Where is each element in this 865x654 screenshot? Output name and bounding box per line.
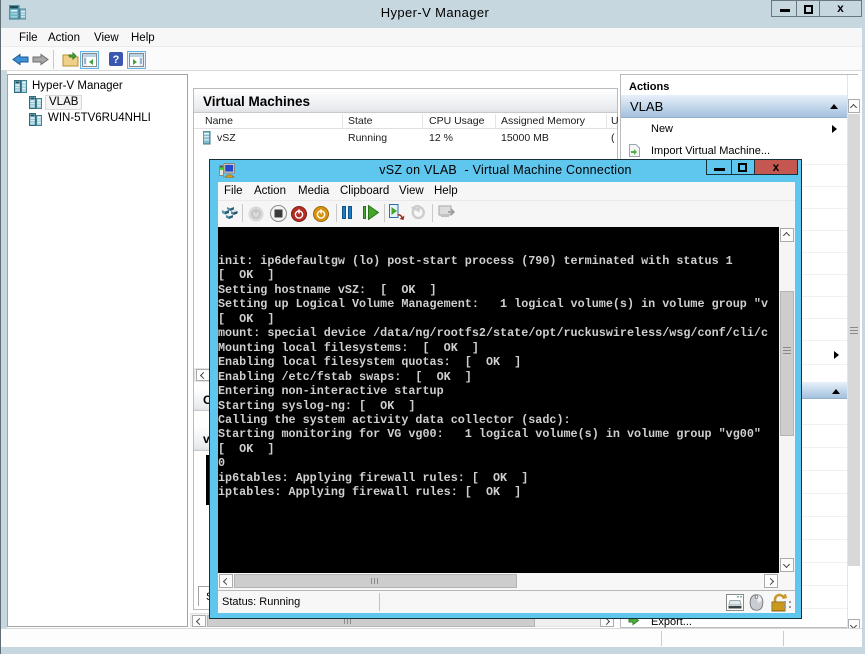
svg-text:?: ?: [113, 54, 120, 66]
